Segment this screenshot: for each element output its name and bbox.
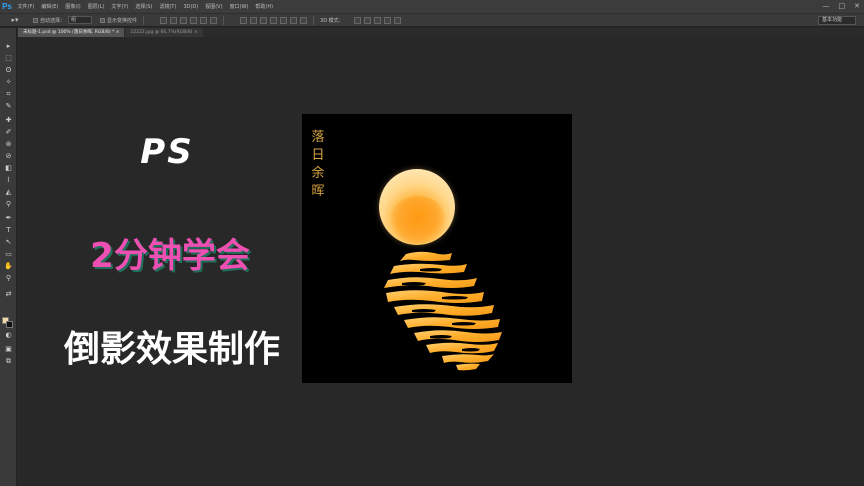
3d-scale-icon[interactable]: [393, 16, 401, 24]
distribute-buttons: [240, 16, 308, 24]
background-color-swatch[interactable]: [6, 321, 13, 328]
tab-document-2[interactable]: 22222.jpg @ 66.7%(RGB/8) ×: [125, 28, 203, 37]
divider: [223, 15, 225, 25]
show-transform-checkbox[interactable]: [100, 17, 106, 23]
promo-title-2min: 2分钟学会: [90, 236, 250, 276]
eyedropper-tool-icon[interactable]: ✎: [3, 102, 14, 111]
hand-tool-icon[interactable]: ✋: [3, 262, 14, 271]
lasso-tool-icon[interactable]: ʘ: [3, 66, 14, 75]
menu-bar: Ps 文件(F) 编辑(E) 图像(I) 图层(L) 文字(Y) 选择(S) 滤…: [0, 0, 864, 13]
align-right-icon[interactable]: [210, 16, 218, 24]
distribute-hcenter-icon[interactable]: [280, 16, 288, 24]
promo-title-ps: PS: [140, 132, 194, 172]
artboard-icon[interactable]: ⧉: [3, 357, 14, 366]
options-bar: ▸▾ 自动选择： 组 显示变换控件 3D 模式： 基本功能: [0, 13, 864, 27]
auto-select-checkbox[interactable]: [33, 17, 38, 23]
healing-brush-tool-icon[interactable]: ✚: [3, 116, 14, 125]
crop-tool-icon[interactable]: ⌗: [3, 90, 14, 99]
water-reflection: [384, 251, 502, 371]
clone-stamp-tool-icon[interactable]: ⊛: [3, 140, 14, 149]
menu-layer[interactable]: 图层(L): [84, 3, 108, 10]
align-hcenter-icon[interactable]: [200, 16, 208, 24]
menu-filter[interactable]: 滤镜(T): [156, 3, 180, 10]
screen-mode-icon[interactable]: ▣: [3, 345, 14, 354]
swap-colors-icon[interactable]: ⇄: [3, 290, 14, 299]
menu-file[interactable]: 文件(F): [14, 3, 38, 10]
3d-mode-buttons: [353, 16, 401, 24]
menu-edit[interactable]: 编辑(E): [38, 3, 62, 10]
divider: [313, 15, 315, 25]
menu-view[interactable]: 视图(V): [202, 3, 226, 10]
promo-title-effect: 倒影效果制作: [63, 329, 280, 370]
shape-tool-icon[interactable]: ▭: [3, 250, 14, 259]
path-select-tool-icon[interactable]: ↖: [3, 238, 14, 247]
gradient-tool-icon[interactable]: ⌇: [3, 176, 14, 185]
divider: [143, 15, 145, 25]
marquee-tool-icon[interactable]: ⬚: [3, 54, 14, 63]
3d-pan-icon[interactable]: [373, 16, 381, 24]
menu-window[interactable]: 窗口(W): [226, 3, 252, 10]
align-left-icon[interactable]: [190, 16, 198, 24]
document-canvas[interactable]: 落 日 余 晖: [302, 114, 572, 383]
window-controls: — □ ✕: [823, 2, 861, 10]
move-tool-preset-icon[interactable]: ▸▾: [5, 15, 25, 25]
distribute-left-icon[interactable]: [270, 16, 278, 24]
auto-select-dropdown[interactable]: 组: [68, 16, 93, 24]
distribute-bottom-icon[interactable]: [260, 16, 268, 24]
quick-mask-icon[interactable]: ◐: [3, 331, 14, 340]
close-icon[interactable]: ✕: [854, 2, 860, 10]
3d-roll-icon[interactable]: [363, 16, 371, 24]
align-top-icon[interactable]: [160, 16, 168, 24]
history-brush-tool-icon[interactable]: ⊘: [3, 152, 14, 161]
eraser-tool-icon[interactable]: ◧: [3, 164, 14, 173]
menu-image[interactable]: 图像(I): [62, 3, 84, 10]
zoom-tool-icon[interactable]: ⚲: [3, 274, 14, 283]
workspace-switcher[interactable]: 基本功能: [818, 16, 856, 25]
3d-slide-icon[interactable]: [383, 16, 391, 24]
menu-select[interactable]: 选择(S): [132, 3, 156, 10]
move-tool-icon[interactable]: ▸: [3, 42, 14, 51]
auto-select-label: 自动选择：: [40, 17, 66, 24]
tab-close-icon[interactable]: ×: [116, 30, 120, 35]
menu-3d[interactable]: 3D(D): [180, 4, 202, 10]
tab-label: 22222.jpg @ 66.7%(RGB/8): [130, 30, 193, 35]
align-bottom-icon[interactable]: [180, 16, 188, 24]
align-buttons: [160, 16, 218, 24]
document-tab-bar: 未标题-1.psd @ 100% (落日余晖, RGB/8) * × 22222…: [18, 28, 864, 37]
photoshop-logo-icon: Ps: [2, 2, 12, 11]
tools-panel: ▸ ⬚ ʘ ✧ ⌗ ✎ ✚ ✐ ⊛ ⊘ ◧ ⌇ ◭ ⚲ ✒ T ↖ ▭ ✋ ⚲ …: [0, 28, 17, 486]
3d-rotate-icon[interactable]: [353, 16, 361, 24]
menu-type[interactable]: 文字(Y): [108, 3, 132, 10]
blur-tool-icon[interactable]: ◭: [3, 188, 14, 197]
3d-mode-label: 3D 模式：: [320, 17, 344, 24]
distribute-right-icon[interactable]: [290, 16, 298, 24]
dodge-tool-icon[interactable]: ⚲: [3, 200, 14, 209]
pen-tool-icon[interactable]: ✒: [3, 214, 14, 223]
align-vcenter-icon[interactable]: [170, 16, 178, 24]
tab-document-1[interactable]: 未标题-1.psd @ 100% (落日余晖, RGB/8) * ×: [18, 28, 125, 37]
minimize-icon[interactable]: —: [823, 2, 830, 10]
tab-close-icon[interactable]: ×: [194, 30, 198, 35]
show-transform-label: 显示变换控件: [107, 17, 138, 24]
maximize-icon[interactable]: □: [839, 2, 846, 10]
quick-select-tool-icon[interactable]: ✧: [3, 78, 14, 87]
menu-help[interactable]: 帮助(H): [252, 3, 277, 10]
auto-align-icon[interactable]: [300, 16, 308, 24]
type-tool-icon[interactable]: T: [3, 226, 14, 235]
tab-label: 未标题-1.psd @ 100% (落日余晖, RGB/8) *: [23, 30, 115, 35]
distribute-vcenter-icon[interactable]: [250, 16, 258, 24]
distribute-top-icon[interactable]: [240, 16, 248, 24]
brush-tool-icon[interactable]: ✐: [3, 128, 14, 137]
